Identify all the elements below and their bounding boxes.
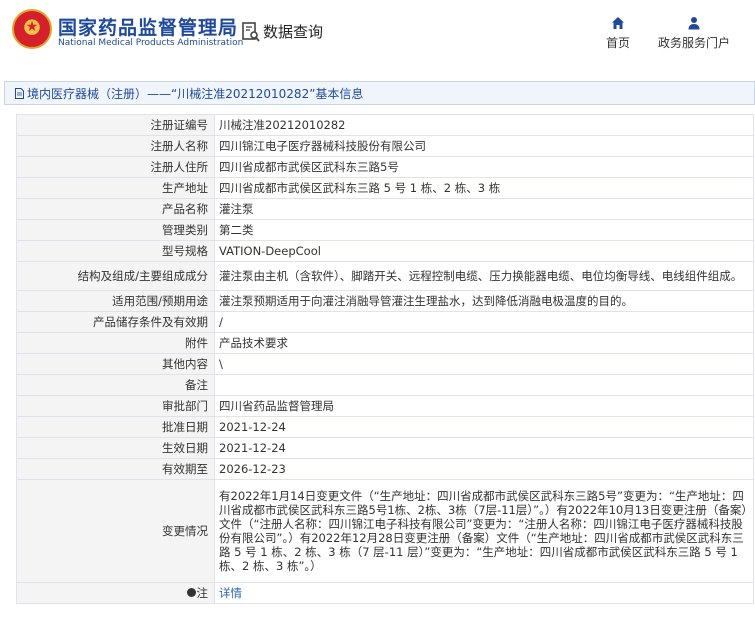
home-icon bbox=[612, 17, 624, 29]
site-title-cn: 国家药品监督管理局 bbox=[58, 17, 239, 39]
row-value: 四川省成都市武侯区武科东三路5号 bbox=[214, 156, 754, 178]
row-label: 注册人名称 bbox=[16, 135, 215, 157]
table-row: 注册人名称 四川锦江电子医疗器械科技股份有限公司 bbox=[16, 135, 754, 157]
document-search-icon bbox=[242, 21, 260, 42]
row-value: 2021-12-24 bbox=[214, 416, 754, 438]
data-query-label: 数据查询 bbox=[263, 23, 324, 41]
row-value: \ bbox=[214, 353, 754, 375]
table-row: 批准日期 2021-12-24 bbox=[16, 416, 754, 438]
nav-service-portal-label: 政务服务门户 bbox=[657, 36, 730, 50]
row-value: 灌注泵 bbox=[214, 198, 754, 220]
row-value: 产品技术要求 bbox=[214, 332, 754, 354]
row-value: 第二类 bbox=[214, 219, 754, 241]
table-row: 注册证编号 川械注准20212010282 bbox=[16, 114, 754, 136]
row-value bbox=[214, 374, 754, 396]
table-row: 变更情况 有2022年1月14日变更文件（“生产地址：四川省成都市武侯区武科东三… bbox=[16, 479, 754, 583]
details-link[interactable]: 详情 bbox=[219, 586, 242, 600]
table-row: 附件 产品技术要求 bbox=[16, 332, 754, 354]
row-label: 有效期至 bbox=[16, 458, 215, 480]
row-value: 川械注准20212010282 bbox=[214, 114, 754, 136]
row-label: 生效日期 bbox=[16, 437, 215, 459]
row-value: 灌注泵由主机（含软件）、脚踏开关、远程控制电缆、压力换能器电缆、电位均衡导线、电… bbox=[214, 261, 754, 291]
table-row: 产品储存条件及有效期 / bbox=[16, 311, 754, 333]
user-icon bbox=[688, 17, 700, 30]
row-label: 管理类别 bbox=[16, 219, 215, 241]
row-label: 批准日期 bbox=[16, 416, 215, 438]
row-label: 审批部门 bbox=[16, 395, 215, 417]
document-icon bbox=[15, 87, 24, 99]
section-title: 境内医疗器械（注册）——“川械注准20212010282”基本信息 bbox=[27, 86, 364, 101]
row-label: 其他内容 bbox=[16, 353, 215, 375]
row-label: 产品储存条件及有效期 bbox=[16, 311, 215, 333]
data-query-link[interactable]: 数据查询 bbox=[242, 21, 323, 42]
nav-home[interactable]: 首页 bbox=[604, 16, 632, 51]
national-emblem-icon: ★ bbox=[12, 9, 52, 49]
row-value: 四川省药品监督管理局 bbox=[214, 395, 754, 417]
row-value: 四川锦江电子医疗器械科技股份有限公司 bbox=[214, 135, 754, 157]
row-label: 结构及组成/主要组成成分 bbox=[16, 261, 215, 291]
table-row: 注 详情 bbox=[16, 582, 754, 604]
row-label: 适用范围/预期用途 bbox=[16, 290, 215, 312]
table-row: 有效期至 2026-12-23 bbox=[16, 458, 754, 480]
nav-service-portal[interactable]: 政务服务门户 bbox=[656, 16, 732, 51]
row-label: 型号规格 bbox=[16, 240, 215, 262]
site-header: ★ 国家药品监督管理局 National Medical Products Ad… bbox=[0, 0, 755, 64]
table-row: 其他内容 \ bbox=[16, 353, 754, 375]
row-value: 2021-12-24 bbox=[214, 437, 754, 459]
site-title-en: National Medical Products Administration bbox=[58, 38, 244, 48]
table-row: 管理类别 第二类 bbox=[16, 219, 754, 241]
row-label: 生产地址 bbox=[16, 177, 215, 199]
row-value: 四川省成都市武侯区武科东三路 5 号 1 栋、2 栋、3 栋 bbox=[214, 177, 754, 199]
row-label: 备注 bbox=[16, 374, 215, 396]
note-label-cell: 注 bbox=[16, 582, 215, 604]
table-row: 结构及组成/主要组成成分 灌注泵由主机（含软件）、脚踏开关、远程控制电缆、压力换… bbox=[16, 261, 754, 291]
row-label: 注 bbox=[196, 586, 209, 600]
table-row: 注册人住所 四川省成都市武侯区武科东三路5号 bbox=[16, 156, 754, 178]
table-row: 产品名称 灌注泵 bbox=[16, 198, 754, 220]
lightbulb-icon bbox=[186, 588, 196, 597]
table-row: 生效日期 2021-12-24 bbox=[16, 437, 754, 459]
table-row: 适用范围/预期用途 灌注泵预期适用于向灌注消融导管灌注生理盐水，达到降低消融电极… bbox=[16, 290, 754, 312]
row-label: 产品名称 bbox=[16, 198, 215, 220]
section-header: 境内医疗器械（注册）——“川械注准20212010282”基本信息 bbox=[4, 81, 755, 105]
table-row: 审批部门 四川省药品监督管理局 bbox=[16, 395, 754, 417]
change-history-value: 有2022年1月14日变更文件（“生产地址：四川省成都市武侯区武科东三路5号”变… bbox=[214, 479, 754, 583]
nav-home-label: 首页 bbox=[605, 36, 630, 50]
table-row: 生产地址 四川省成都市武侯区武科东三路 5 号 1 栋、2 栋、3 栋 bbox=[16, 177, 754, 199]
row-label: 注册证编号 bbox=[16, 114, 215, 136]
table-row: 备注 bbox=[16, 374, 754, 396]
row-value: 灌注泵预期适用于向灌注消融导管灌注生理盐水，达到降低消融电极温度的目的。 bbox=[214, 290, 754, 312]
row-value: VATION-DeepCool bbox=[214, 240, 754, 262]
row-value: 2026-12-23 bbox=[214, 458, 754, 480]
table-row: 型号规格 VATION-DeepCool bbox=[16, 240, 754, 262]
row-label: 变更情况 bbox=[16, 479, 215, 583]
device-info-table: 注册证编号 川械注准20212010282 注册人名称 四川锦江电子医疗器械科技… bbox=[16, 114, 754, 604]
row-value: / bbox=[214, 311, 754, 333]
row-label: 附件 bbox=[16, 332, 215, 354]
row-value: 详情 bbox=[214, 582, 754, 604]
row-label: 注册人住所 bbox=[16, 156, 215, 178]
